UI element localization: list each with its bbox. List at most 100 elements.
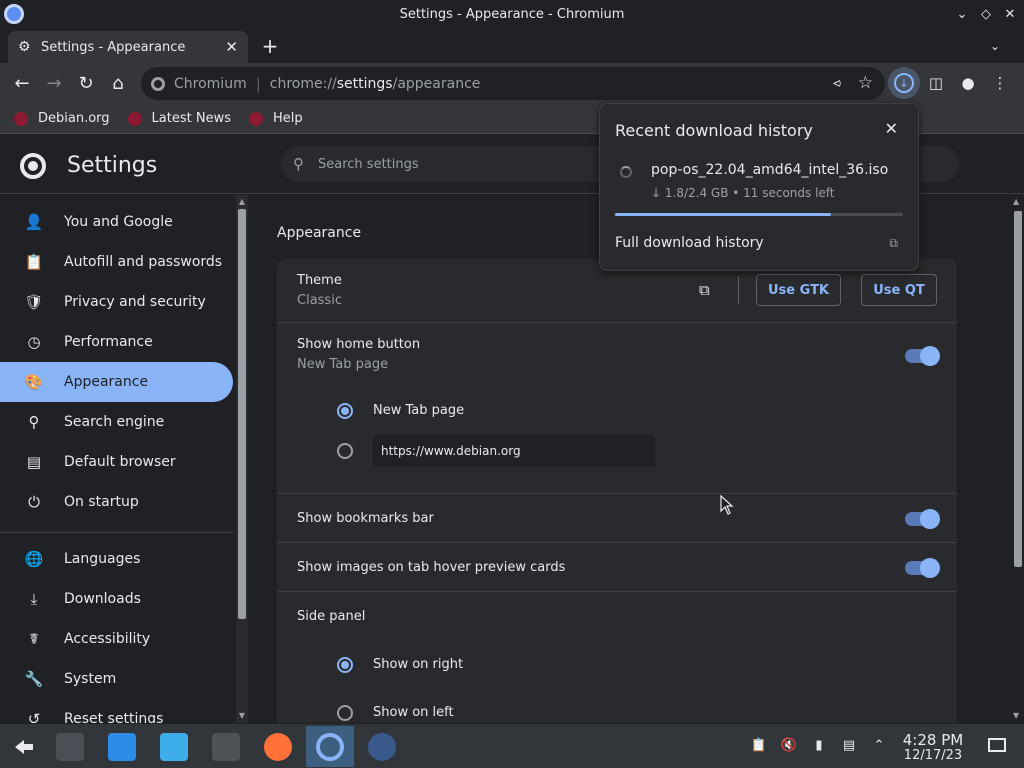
minimize-icon[interactable]: ⌄ xyxy=(954,4,970,24)
main-scroll-thumb[interactable] xyxy=(1014,211,1022,567)
settings-sidebar: 👤 You and Google 📋 Autofill and password… xyxy=(0,195,236,723)
main-scrollbar[interactable]: ▲ ▼ xyxy=(1010,195,1024,723)
radio-new-tab-page[interactable] xyxy=(337,403,353,419)
globe-app-icon xyxy=(368,732,396,761)
share-icon[interactable]: ⪦ xyxy=(833,75,841,91)
profile-icon[interactable]: ● xyxy=(952,67,984,99)
scroll-up-arrow-icon[interactable]: ▲ xyxy=(1013,197,1021,206)
sidebar-item-label: Default browser xyxy=(64,454,176,470)
downloads-button[interactable]: ↓ xyxy=(888,67,920,99)
tab-search-chevron-icon[interactable]: ⌄ xyxy=(986,37,1004,55)
sidebar-item-appearance[interactable]: 🎨 Appearance xyxy=(0,362,233,402)
bookmark-label: Help xyxy=(272,111,303,126)
wrench-icon: 🔧 xyxy=(24,670,44,688)
sidebar-item-label: You and Google xyxy=(64,214,173,230)
full-download-history-link[interactable]: Full download history xyxy=(615,235,764,251)
sidebar-item-languages[interactable]: 🌐 Languages xyxy=(0,539,233,579)
tab-strip: ⚙ Settings - Appearance ✕ + ⌄ xyxy=(0,29,1024,63)
sidebar-item-reset[interactable]: ↺ Reset settings xyxy=(0,699,233,723)
sidebar-item-performance[interactable]: ◷ Performance xyxy=(0,322,233,362)
taskbar-file-manager[interactable] xyxy=(150,726,198,767)
radio-show-on-right[interactable] xyxy=(337,657,353,673)
close-window-icon[interactable]: ✕ xyxy=(1002,4,1018,24)
home-button-label: Show home button xyxy=(297,337,421,352)
sidebar-item-downloads[interactable]: ⤓ Downloads xyxy=(0,579,233,619)
tab-hover-row: Show images on tab hover preview cards xyxy=(277,543,957,592)
sidebar-item-privacy[interactable]: 🛡 Privacy and security xyxy=(0,282,233,322)
network-icon[interactable]: ▤ xyxy=(840,736,858,754)
shield-icon: 🛡 xyxy=(24,293,44,311)
chromium-icon xyxy=(316,732,344,761)
bookmark-star-icon[interactable]: ☆ xyxy=(858,73,873,93)
window-titlebar: Settings - Appearance - Chromium ⌄ ◇ ✕ xyxy=(0,0,1024,29)
clock[interactable]: 4:28 PM 12/17/23 xyxy=(900,732,966,763)
use-gtk-button[interactable]: Use GTK xyxy=(756,274,841,306)
bookmark-debian[interactable]: Debian.org xyxy=(14,111,110,126)
sidebar-item-you-and-google[interactable]: 👤 You and Google xyxy=(0,202,233,242)
system-tray: 📋 🔇 ▮ ▤ ⌃ xyxy=(750,736,888,754)
menu-kebab-icon[interactable]: ⋮ xyxy=(984,67,1016,99)
sidebar-item-label: Accessibility xyxy=(64,631,151,647)
sidebar-item-accessibility[interactable]: ☤ Accessibility xyxy=(0,619,233,659)
reload-button[interactable]: ↻ xyxy=(70,68,102,100)
download-progress-fill xyxy=(615,213,831,216)
clock-date: 12/17/23 xyxy=(903,748,963,763)
home-button-toggle[interactable] xyxy=(905,346,940,366)
sidebar-item-on-startup[interactable]: ⏻ On startup xyxy=(0,482,233,522)
address-bar[interactable]: Chromium | chrome:// settings /appearanc… xyxy=(141,67,885,100)
tab-settings-appearance[interactable]: ⚙ Settings - Appearance ✕ xyxy=(8,31,248,63)
new-tab-button[interactable]: + xyxy=(258,34,282,58)
folder-icon xyxy=(160,732,188,761)
sidebar-scrollbar[interactable]: ▲ ▼ xyxy=(236,195,248,723)
volume-muted-icon[interactable]: 🔇 xyxy=(780,736,798,754)
scroll-down-arrow-icon[interactable]: ▼ xyxy=(238,711,246,720)
back-button[interactable]: ← xyxy=(6,68,38,100)
section-title: Appearance xyxy=(277,225,362,241)
show-desktop-icon[interactable] xyxy=(988,738,1006,752)
debian-favicon-icon xyxy=(14,111,28,126)
clipboard-tray-icon[interactable]: 📋 xyxy=(750,736,768,754)
search-input[interactable] xyxy=(318,156,598,172)
open-external-icon[interactable]: ⧉ xyxy=(889,236,898,251)
home-button[interactable]: ⌂ xyxy=(102,68,134,100)
download-filename[interactable]: pop-os_22.04_amd64_intel_36.iso xyxy=(651,162,888,178)
tab-close-icon[interactable]: ✕ xyxy=(225,38,238,56)
sidebar-scroll-thumb[interactable] xyxy=(238,209,246,619)
taskbar-system-settings[interactable] xyxy=(46,726,94,767)
sidebar-item-system[interactable]: 🔧 System xyxy=(0,659,233,699)
bookmark-help[interactable]: Help xyxy=(248,111,303,126)
taskbar-firefox[interactable] xyxy=(254,726,302,767)
radio-show-on-left[interactable] xyxy=(337,705,353,721)
sidebar-item-label: System xyxy=(64,671,117,687)
download-bubble: Recent download history ✕ pop-os_22.04_a… xyxy=(599,103,919,271)
url-path: /appearance xyxy=(392,75,481,92)
tray-expand-chevron-icon[interactable]: ⌃ xyxy=(870,736,888,754)
sidebar-item-autofill[interactable]: 📋 Autofill and passwords xyxy=(0,242,233,282)
taskbar-chromium[interactable] xyxy=(306,726,354,767)
bookmark-label: Latest News xyxy=(151,111,231,126)
scroll-down-arrow-icon[interactable]: ▼ xyxy=(1013,711,1021,720)
battery-icon[interactable]: ▮ xyxy=(810,736,828,754)
home-url-input[interactable] xyxy=(373,435,655,467)
omnibox-separator: | xyxy=(255,74,261,93)
radio-custom-url[interactable] xyxy=(337,443,353,459)
close-icon[interactable]: ✕ xyxy=(885,119,898,138)
taskbar-terminal[interactable] xyxy=(202,726,250,767)
forward-button[interactable]: → xyxy=(38,68,70,100)
use-qt-button[interactable]: Use QT xyxy=(861,274,937,306)
scroll-up-arrow-icon[interactable]: ▲ xyxy=(238,197,246,206)
open-external-icon[interactable]: ⧉ xyxy=(699,281,717,299)
tab-hover-toggle[interactable] xyxy=(905,558,940,578)
taskbar-network-app[interactable] xyxy=(358,726,406,767)
side-panel-icon[interactable]: ◫ xyxy=(920,67,952,99)
debian-favicon-icon xyxy=(248,111,263,126)
home-button-row: Show home button New Tab page New Tab pa… xyxy=(277,323,957,494)
taskbar-discover[interactable] xyxy=(98,726,146,767)
mouse-cursor-icon xyxy=(720,495,734,515)
bookmark-latest-news[interactable]: Latest News xyxy=(127,111,231,126)
sidebar-item-search-engine[interactable]: ⚲ Search engine xyxy=(0,402,233,442)
taskbar-app-launcher[interactable] xyxy=(0,726,48,767)
maximize-icon[interactable]: ◇ xyxy=(978,4,994,24)
bookmarks-bar-toggle[interactable] xyxy=(905,509,940,529)
sidebar-item-default-browser[interactable]: ▤ Default browser xyxy=(0,442,233,482)
